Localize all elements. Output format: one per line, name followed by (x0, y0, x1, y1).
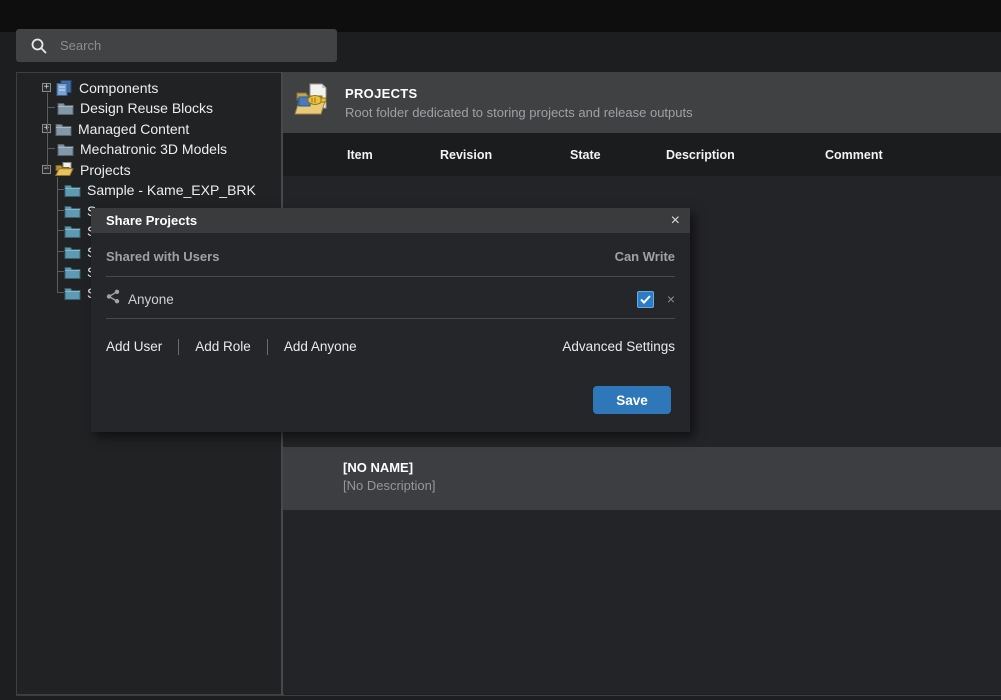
column-header-description[interactable]: Description (666, 148, 735, 162)
divider (267, 339, 268, 355)
tree-connector-line (47, 107, 55, 108)
share-projects-dialog: Share Projects × Shared with Users Can W… (91, 208, 690, 432)
results-table-header: Item Revision State Description Comment (283, 133, 1001, 176)
column-header-revision[interactable]: Revision (440, 148, 492, 162)
separator (106, 318, 675, 319)
tree-item-label: Design Reuse Blocks (80, 100, 213, 116)
column-header-item[interactable]: Item (347, 148, 373, 162)
advanced-settings-link[interactable]: Advanced Settings (562, 339, 675, 354)
folder-teal-icon (64, 265, 81, 279)
expand-toggle-icon[interactable]: + (42, 83, 51, 92)
folder-icon (57, 101, 74, 115)
divider (178, 339, 179, 355)
open-folder-icon (55, 162, 74, 177)
add-anyone-link[interactable]: Add Anyone (284, 339, 357, 354)
tree-item-managed-content[interactable]: +Managed Content (42, 118, 189, 139)
folder-icon (55, 122, 72, 136)
folder-icon (57, 142, 74, 156)
checkbox-check-icon (640, 295, 651, 304)
tree-item-sample-kame-exp-brk[interactable]: Sample - Kame_EXP_BRK (64, 180, 256, 201)
bottom-border (16, 695, 1001, 696)
tree-item-mechatronic-3d-models[interactable]: Mechatronic 3D Models (42, 139, 227, 160)
folder-teal-icon (64, 204, 81, 218)
projects-header-icon (293, 81, 329, 124)
item-name: [NO NAME] (343, 460, 413, 475)
can-write-checkbox[interactable] (637, 291, 654, 308)
tree-connector-line (47, 148, 55, 149)
tree-connector-line (57, 230, 64, 231)
tree-connector-line (57, 271, 64, 272)
shared-entry-row: Anyone × (106, 281, 675, 317)
shared-with-users-label: Shared with Users (106, 249, 615, 264)
separator (106, 276, 675, 277)
remove-entry-icon[interactable]: × (667, 291, 675, 307)
can-write-label: Can Write (615, 249, 675, 264)
components-icon (55, 80, 73, 96)
dialog-title: Share Projects (106, 213, 671, 228)
add-user-link[interactable]: Add User (106, 339, 162, 354)
tree-item-projects[interactable]: −Projects (42, 159, 131, 180)
window-titlebar (0, 0, 1001, 32)
item-description: [No Description] (343, 478, 435, 493)
tree-item-label: Managed Content (78, 121, 189, 137)
dialog-titlebar[interactable]: Share Projects × (91, 208, 690, 233)
tree-item-components[interactable]: + Components (42, 77, 158, 98)
shared-entry-name: Anyone (128, 292, 637, 307)
share-icon (106, 289, 120, 309)
table-row[interactable]: [NO NAME] [No Description] (283, 447, 1001, 510)
tree-connector-line (57, 210, 64, 211)
folder-teal-icon (64, 286, 81, 300)
folder-teal-icon (64, 224, 81, 238)
search-bar[interactable] (16, 29, 337, 62)
search-icon (30, 37, 48, 55)
tree-connector-line (57, 189, 64, 190)
save-button[interactable]: Save (593, 386, 671, 414)
tree-item-label: Sample - Kame_EXP_BRK (87, 182, 256, 198)
folder-teal-icon (64, 245, 81, 259)
page-title: PROJECTS (345, 86, 693, 101)
tree-connector-line (57, 251, 64, 252)
tree-connector-line (57, 292, 64, 293)
search-input[interactable] (60, 38, 310, 53)
folder-teal-icon (64, 183, 81, 197)
tree-item-design-reuse-blocks[interactable]: Design Reuse Blocks (42, 98, 213, 119)
tree-connector-line (57, 177, 58, 292)
tree-item-label: Mechatronic 3D Models (80, 141, 227, 157)
tree-item-label: Components (79, 80, 158, 96)
page-subtitle: Root folder dedicated to storing project… (345, 105, 693, 120)
folder-header: PROJECTS Root folder dedicated to storin… (283, 72, 1001, 133)
tree-connector-line (47, 93, 48, 169)
add-role-link[interactable]: Add Role (195, 339, 251, 354)
column-header-state[interactable]: State (570, 148, 601, 162)
tree-item-label: Projects (80, 162, 131, 178)
close-icon[interactable]: × (671, 213, 680, 229)
column-header-comment[interactable]: Comment (825, 148, 883, 162)
